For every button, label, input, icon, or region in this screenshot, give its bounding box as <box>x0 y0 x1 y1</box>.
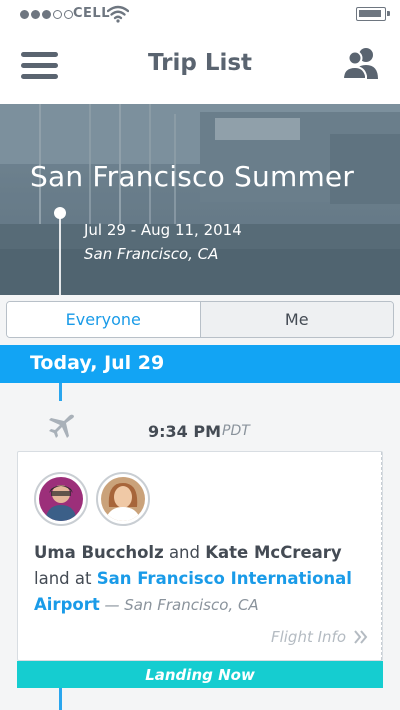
trip-location: San Francisco, CA <box>84 245 219 263</box>
audience-filter: Everyone Me <box>6 301 394 338</box>
avatar[interactable] <box>96 472 150 526</box>
page-title: Trip List <box>147 50 253 76</box>
traveler-name-1[interactable]: Uma Buccholz <box>34 543 164 562</box>
flight-info-link[interactable]: Flight Info <box>271 628 368 646</box>
avatar[interactable] <box>34 472 88 526</box>
status-label: Landing Now <box>145 665 255 684</box>
trip-dates: Jul 29 - Aug 11, 2014 <box>84 221 242 239</box>
timeline-knob <box>54 207 66 219</box>
status-bar: CELL <box>0 0 400 30</box>
traveler-name-2[interactable]: Kate McCreary <box>205 543 341 562</box>
wifi-icon <box>107 5 129 23</box>
trip-title: San Francisco Summer <box>30 160 355 193</box>
event-card[interactable]: Uma Buccholz and Kate McCreary land at S… <box>17 451 383 661</box>
airplane-icon <box>49 414 74 438</box>
avatar-uma-image <box>39 477 83 521</box>
signal-strength-icon <box>20 10 73 19</box>
timeline-line <box>59 212 61 295</box>
event-action: land at <box>34 569 92 588</box>
day-header: Today, Jul 29 <box>0 345 400 383</box>
status-banner: Landing Now <box>17 661 383 688</box>
airport-location: — San Francisco, CA <box>99 596 259 614</box>
carrier-label: CELL <box>73 6 110 21</box>
filter-everyone-tab[interactable]: Everyone <box>7 302 201 337</box>
battery-icon <box>356 7 390 21</box>
people-icon[interactable] <box>342 46 380 80</box>
timeline-line <box>59 688 62 710</box>
event-time: 9:34 PM <box>148 422 222 441</box>
day-label: Today, Jul 29 <box>30 352 165 374</box>
event-timezone: PDT <box>222 423 250 439</box>
filter-me-tab[interactable]: Me <box>200 302 393 337</box>
avatar-kate-image <box>101 477 145 521</box>
flight-info-label: Flight Info <box>270 628 346 646</box>
event-description: Uma Buccholz and Kate McCreary land at S… <box>34 540 374 618</box>
nav-bar: Trip List <box>0 30 400 104</box>
connector-text: and <box>163 543 206 562</box>
timeline-line <box>59 383 62 401</box>
trip-hero[interactable]: San Francisco Summer Jul 29 - Aug 11, 20… <box>0 104 400 295</box>
card-dashed-edge <box>381 452 382 660</box>
double-chevron-right-icon <box>354 630 368 644</box>
